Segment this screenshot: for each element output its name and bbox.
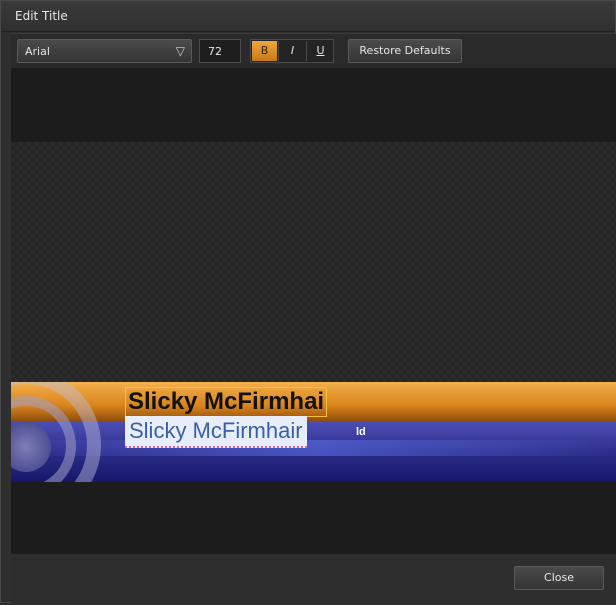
restore-defaults-button[interactable]: Restore Defaults [348, 39, 462, 63]
font-family-select[interactable]: Arial ▽ [17, 39, 192, 63]
style-divider [306, 41, 307, 61]
title-text-box-line1[interactable]: Slicky McFirmhai [125, 387, 328, 417]
line2-overflow-text: ld [356, 426, 366, 438]
italic-button[interactable]: I [280, 41, 305, 61]
underline-button[interactable]: U [308, 41, 333, 61]
title-text-box-line2-selected[interactable]: Slicky McFirmhair [125, 416, 307, 448]
preview-top-strip [11, 68, 616, 142]
title-preview-canvas[interactable]: Slicky McFirmhai Slicky McFirmhair ld [11, 68, 616, 553]
dialog-title: Edit Title [15, 9, 68, 23]
edit-title-dialog: Edit Title Arial ▽ 72 B I U Restore Defa… [0, 0, 616, 605]
bold-button[interactable]: B [252, 41, 277, 61]
dialog-footer: Close [11, 553, 616, 605]
close-button[interactable]: Close [514, 566, 604, 590]
font-family-value: Arial [25, 45, 50, 58]
style-divider [278, 41, 279, 61]
preview-bottom-strip [11, 482, 616, 553]
chevron-down-icon: ▽ [175, 44, 185, 58]
lower-third-graphic: Slicky McFirmhai Slicky McFirmhair ld [11, 382, 616, 482]
banner-glow [11, 440, 616, 456]
font-size-input[interactable]: 72 [199, 39, 241, 63]
text-style-group: B I U [250, 39, 334, 63]
text-toolbar: Arial ▽ 72 B I U Restore Defaults [11, 33, 616, 69]
title-bar[interactable]: Edit Title [1, 1, 615, 32]
